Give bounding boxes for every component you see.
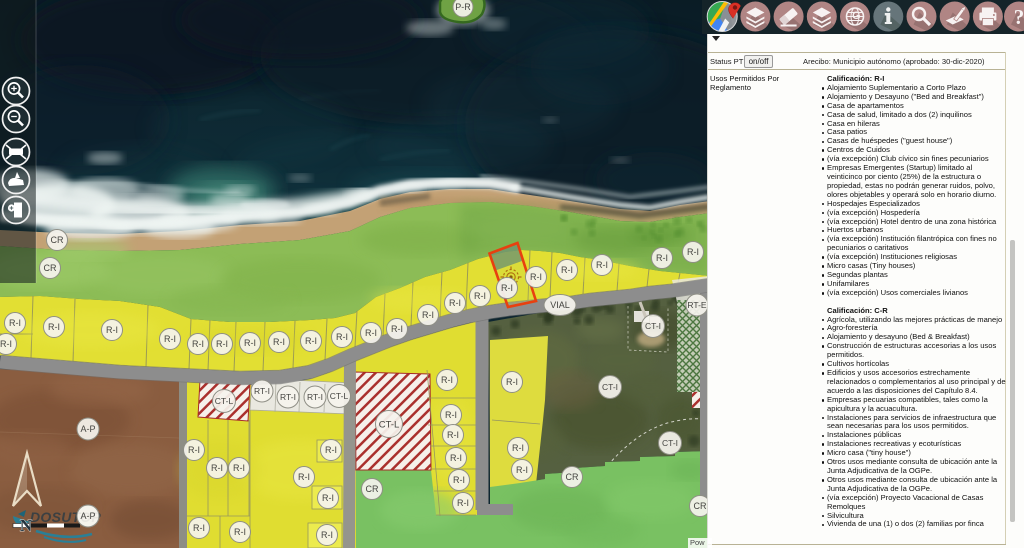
svg-text:R-I: R-I [233, 463, 245, 473]
svg-text:R-I: R-I [106, 325, 118, 335]
svg-text:R-I: R-I [687, 247, 699, 257]
svg-text:CR: CR [366, 484, 379, 494]
svg-text:R-I: R-I [321, 530, 333, 540]
svg-text:CT-L: CT-L [379, 419, 400, 430]
svg-text:R-I: R-I [445, 410, 457, 420]
svg-text:RT-I: RT-I [307, 392, 323, 402]
svg-text:N: N [20, 516, 33, 535]
svg-text:R-I: R-I [474, 291, 486, 301]
svg-text:RT-I: RT-I [254, 386, 270, 396]
svg-text:P-R: P-R [455, 2, 471, 12]
svg-text:R-I: R-I [9, 318, 21, 328]
svg-text:R-I: R-I [164, 334, 176, 344]
svg-text:R-I: R-I [656, 253, 668, 263]
svg-text:R-I: R-I [391, 324, 403, 334]
svg-text:VIAL: VIAL [550, 300, 570, 310]
svg-text:R-I: R-I [561, 265, 573, 275]
svg-text:R-I: R-I [450, 453, 462, 463]
svg-text:R-I: R-I [273, 337, 285, 347]
svg-text:R-I: R-I [188, 445, 200, 455]
svg-text:R-I: R-I [48, 322, 60, 332]
svg-text:R-I: R-I [596, 260, 608, 270]
svg-text:R-I: R-I [0, 339, 12, 349]
svg-text:RT-I: RT-I [280, 392, 296, 402]
svg-text:R-I: R-I [325, 445, 337, 455]
svg-text:R-I: R-I [216, 339, 228, 349]
svg-text:CR: CR [44, 263, 57, 273]
svg-text:CR: CR [694, 501, 707, 511]
svg-text:CR: CR [51, 235, 64, 245]
svg-text:R-I: R-I [336, 332, 348, 342]
svg-text:CT-L: CT-L [330, 391, 349, 401]
svg-text:R-I: R-I [305, 336, 317, 346]
svg-text:R-I: R-I [322, 493, 334, 503]
svg-text:R-I: R-I [512, 443, 524, 453]
svg-text:G: G [852, 10, 861, 22]
svg-text:CT-I: CT-I [645, 321, 661, 331]
svg-text:RT-E: RT-E [687, 300, 707, 310]
svg-text:A-P: A-P [80, 511, 95, 521]
svg-text:R-I: R-I [441, 375, 453, 385]
svg-text:R-I: R-I [244, 338, 256, 348]
svg-text:CT-I: CT-I [662, 438, 678, 448]
svg-text:R-I: R-I [449, 298, 461, 308]
svg-text:R-I: R-I [453, 475, 465, 485]
svg-text:R-I: R-I [457, 498, 469, 508]
svg-text:CT-I: CT-I [602, 382, 618, 392]
svg-text:R-I: R-I [501, 283, 513, 293]
svg-text:R-I: R-I [234, 527, 246, 537]
svg-text:R-I: R-I [506, 377, 518, 387]
svg-text:R-I: R-I [193, 523, 205, 533]
svg-text:CT-L: CT-L [215, 396, 234, 406]
svg-text:R-I: R-I [211, 463, 223, 473]
svg-text:R-I: R-I [192, 339, 204, 349]
svg-text:R-I: R-I [516, 465, 528, 475]
svg-text:R-I: R-I [365, 328, 377, 338]
svg-text:?: ? [1014, 5, 1024, 29]
svg-text:R-I: R-I [422, 310, 434, 320]
svg-text:CR: CR [566, 472, 579, 482]
svg-text:R-I: R-I [298, 472, 310, 482]
svg-text:A-P: A-P [80, 424, 95, 434]
svg-text:R-I: R-I [530, 272, 542, 282]
svg-text:R-I: R-I [447, 430, 459, 440]
